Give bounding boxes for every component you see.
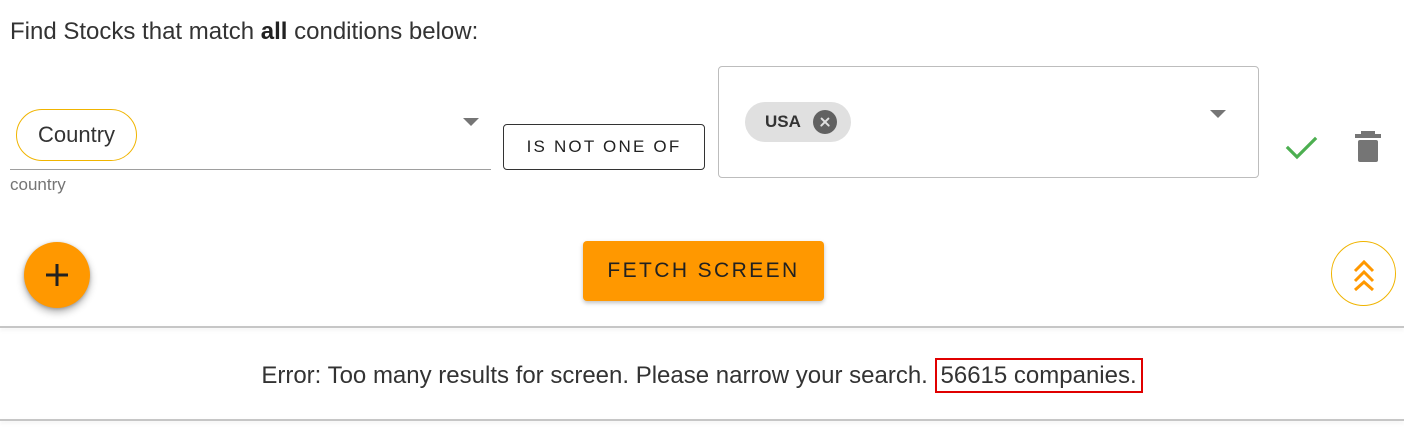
screener-page: Find Stocks that match all conditions be… <box>0 0 1404 438</box>
add-condition-button[interactable] <box>24 242 90 308</box>
cancel-circle-icon[interactable] <box>812 110 837 134</box>
plus-icon <box>46 264 68 286</box>
error-text: Error: Too many results for screen. Plea… <box>261 362 935 389</box>
operator-button[interactable]: IS NOT ONE OF <box>503 124 705 170</box>
heading-suffix: conditions below: <box>287 18 479 45</box>
double-chevron-up-icon <box>1353 259 1374 291</box>
confirm-button[interactable] <box>1281 127 1321 167</box>
section-divider <box>0 419 1404 421</box>
field-chip[interactable]: Country <box>16 109 138 161</box>
heading-bold: all <box>260 18 288 45</box>
delete-button[interactable] <box>1350 127 1386 167</box>
values-select[interactable]: USA <box>718 66 1259 178</box>
fetch-screen-button[interactable]: FETCH SCREEN <box>583 241 824 301</box>
field-select[interactable]: Country <box>10 100 491 170</box>
error-message: Error: Too many results for screen. Plea… <box>0 358 1404 393</box>
caret-down-icon <box>463 118 479 126</box>
heading-prefix: Find Stocks that match <box>10 18 261 45</box>
value-chip-label: USA <box>765 112 801 131</box>
conditions-heading: Find Stocks that match all conditions be… <box>10 18 478 46</box>
check-icon <box>1285 136 1318 160</box>
collapse-button[interactable] <box>1331 241 1396 306</box>
caret-down-icon <box>1210 110 1226 118</box>
value-chip: USA <box>745 102 851 142</box>
section-divider <box>0 326 1404 328</box>
trash-icon <box>1355 131 1381 162</box>
field-helper-text: country <box>10 175 66 194</box>
error-count-highlight: 56615 companies. <box>934 358 1143 393</box>
